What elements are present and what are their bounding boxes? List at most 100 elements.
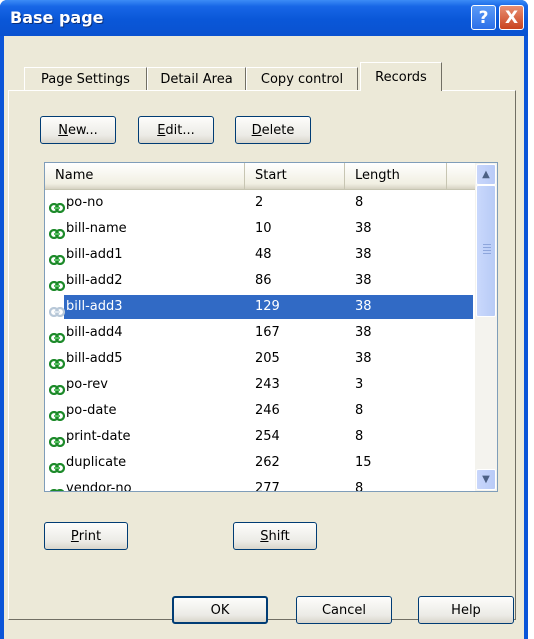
column-header-length[interactable]: Length: [345, 163, 447, 189]
cell-start: 262: [255, 455, 280, 470]
cell-start: 2: [255, 195, 264, 210]
tab-copy-control[interactable]: Copy control: [246, 67, 358, 90]
cell-start: 48: [255, 247, 272, 262]
tab-label: Copy control: [260, 71, 344, 87]
cell-length: 38: [355, 273, 372, 288]
new-label: ew...: [67, 122, 98, 138]
cancel-label: Cancel: [321, 602, 367, 618]
cell-length: 38: [355, 247, 372, 262]
cell-length: 15: [355, 455, 372, 470]
question-icon: ?: [478, 7, 489, 28]
column-length-label: Length: [355, 168, 400, 183]
cell-length: 8: [355, 195, 364, 210]
shift-accelerator: S: [260, 528, 269, 544]
close-icon: X: [504, 7, 519, 28]
cell-name: po-rev: [66, 377, 108, 392]
edit-button[interactable]: Edit...: [138, 116, 214, 144]
cell-start: 243: [255, 377, 280, 392]
ok-label: OK: [210, 602, 230, 618]
cell-name: bill-add1: [66, 247, 123, 262]
help-title-button[interactable]: ?: [471, 5, 496, 30]
ok-button[interactable]: OK: [172, 596, 268, 624]
print-label: rint: [78, 528, 102, 544]
column-start-label: Start: [255, 168, 287, 183]
cell-length: 8: [355, 403, 364, 418]
new-accelerator: N: [58, 122, 68, 138]
list-item[interactable]: vendor-no 277 8: [47, 476, 473, 492]
grip-line: [483, 244, 491, 245]
cancel-button[interactable]: Cancel: [296, 596, 392, 624]
title-bar[interactable]: Base page ? X: [0, 0, 528, 36]
records-list[interactable]: Name Start Length po-no 2 8 bill-name 10 38 bi…: [44, 162, 498, 492]
dialog-window: Base page ? X Page Settings Detail Area …: [0, 0, 528, 639]
scroll-down-button[interactable]: ▼: [476, 469, 496, 490]
delete-label: elete: [261, 122, 295, 138]
close-title-button[interactable]: X: [499, 5, 524, 30]
vertical-scrollbar[interactable]: ▲ ▼: [475, 163, 497, 491]
cell-length: 38: [355, 221, 372, 236]
cell-length: 8: [355, 429, 364, 444]
tab-label: Records: [375, 69, 427, 85]
cell-start: 167: [255, 325, 280, 340]
list-item[interactable]: bill-add3 129 38: [47, 294, 473, 320]
cell-length: 38: [355, 299, 372, 314]
delete-accelerator: D: [251, 122, 262, 138]
list-item[interactable]: bill-add2 86 38: [47, 268, 473, 294]
print-accelerator: P: [70, 528, 79, 544]
new-button[interactable]: New...: [40, 116, 116, 144]
column-header-name[interactable]: Name: [45, 163, 245, 189]
shift-label: hift: [268, 528, 290, 544]
cell-name: duplicate: [66, 455, 127, 470]
window-title: Base page: [10, 8, 104, 27]
list-item[interactable]: bill-add4 167 38: [47, 320, 473, 346]
scroll-up-button[interactable]: ▲: [476, 164, 496, 185]
cell-length: 3: [355, 377, 364, 392]
cell-start: 277: [255, 481, 280, 492]
grip-line: [483, 250, 491, 251]
list-item[interactable]: print-date 254 8: [47, 424, 473, 450]
tab-page-settings[interactable]: Page Settings: [24, 67, 147, 90]
cell-name: bill-name: [66, 221, 127, 236]
tab-detail-area[interactable]: Detail Area: [147, 67, 246, 90]
cell-start: 10: [255, 221, 272, 236]
cell-name: print-date: [66, 429, 131, 444]
cell-name: bill-add2: [66, 273, 123, 288]
cell-name: bill-add3: [66, 299, 123, 314]
column-header-start[interactable]: Start: [245, 163, 345, 189]
cell-name: bill-add4: [66, 325, 123, 340]
tab-records[interactable]: Records: [360, 62, 442, 91]
list-header: Name Start Length: [45, 163, 475, 190]
cell-name: po-date: [66, 403, 117, 418]
grip-line: [483, 247, 491, 248]
edit-label: dit...: [165, 122, 195, 138]
cell-length: 8: [355, 481, 364, 492]
cell-name: po-no: [66, 195, 104, 210]
cell-start: 205: [255, 351, 280, 366]
list-item[interactable]: po-no 2 8: [47, 190, 473, 216]
grip-line: [483, 253, 491, 254]
delete-button[interactable]: Delete: [235, 116, 311, 144]
help-button[interactable]: Help: [418, 596, 514, 624]
edit-accelerator: E: [157, 122, 166, 138]
list-item[interactable]: duplicate 262 15: [47, 450, 473, 476]
tab-label: Detail Area: [160, 71, 233, 87]
cell-name: bill-add5: [66, 351, 123, 366]
list-item[interactable]: bill-add1 48 38: [47, 242, 473, 268]
cell-length: 38: [355, 351, 372, 366]
cell-start: 129: [255, 299, 280, 314]
list-item[interactable]: bill-add5 205 38: [47, 346, 473, 372]
column-name-label: Name: [55, 168, 94, 183]
shift-button[interactable]: Shift: [233, 522, 317, 550]
cell-start: 254: [255, 429, 280, 444]
list-item[interactable]: po-date 246 8: [47, 398, 473, 424]
link-icon: [49, 483, 65, 491]
print-button[interactable]: Print: [44, 522, 128, 550]
tab-label: Page Settings: [41, 71, 130, 87]
cell-name: vendor-no: [66, 481, 132, 492]
list-item[interactable]: bill-name 10 38: [47, 216, 473, 242]
chevron-up-icon: ▲: [482, 169, 490, 180]
scroll-thumb[interactable]: [476, 185, 496, 317]
list-item[interactable]: po-rev 243 3: [47, 372, 473, 398]
chevron-down-icon: ▼: [482, 474, 490, 485]
help-label: Help: [451, 602, 481, 618]
